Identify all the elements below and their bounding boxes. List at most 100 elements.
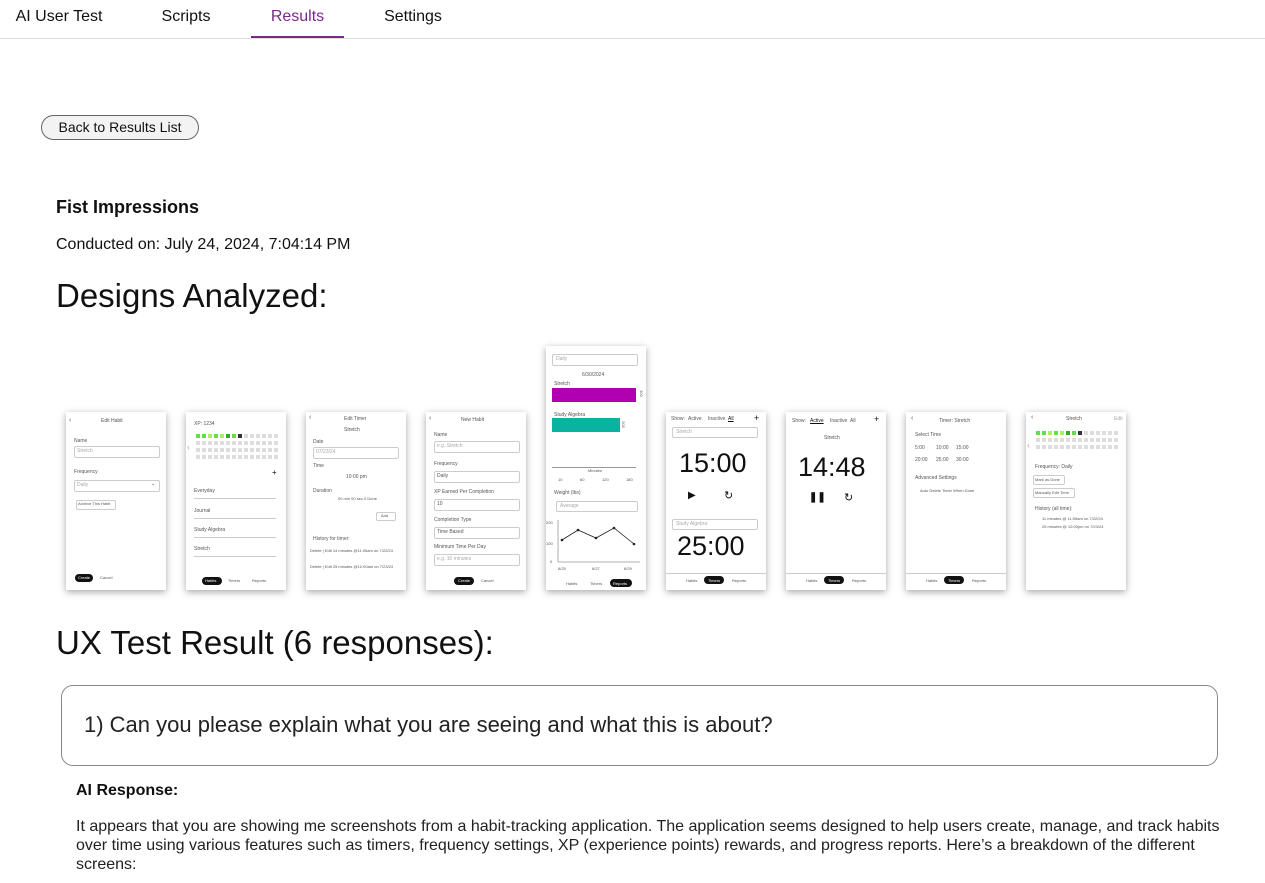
timer-display: 15:00 xyxy=(679,448,747,478)
thumb-label: Date xyxy=(313,439,324,445)
thumb-list-item: Everyday xyxy=(194,488,215,494)
design-thumbnail-timer-running[interactable]: Show: Active Inactive All + Stretch 14:4… xyxy=(786,412,886,590)
thumb-tab: Habits xyxy=(806,578,818,583)
thumb-label: Duration xyxy=(313,488,332,494)
thumb-date: 6/30/2024 xyxy=(582,372,605,378)
thumb-tab: Timers xyxy=(828,578,841,583)
thumb-label: Show: xyxy=(671,416,685,422)
thumb-tab: Timers xyxy=(948,578,961,583)
thumb-button: Cancel xyxy=(481,578,494,583)
thumb-label: Minimum Time Per Day xyxy=(434,544,486,550)
thumb-field-value: Study Algebra xyxy=(676,521,708,527)
thumb-label: History (all time): xyxy=(1035,506,1073,512)
thumb-title: Timer: Stretch xyxy=(939,418,971,424)
tab-results[interactable]: Results xyxy=(251,0,344,38)
thumb-tab: Habits xyxy=(686,578,698,583)
thumb-list-item: Study Algebra xyxy=(194,527,226,533)
thumb-option: 5:00 xyxy=(915,445,925,451)
thumb-tab: Reports xyxy=(252,578,267,583)
axis-label: Minutes xyxy=(588,468,603,473)
thumb-label: Name xyxy=(434,432,448,438)
thumb-label: Select Time xyxy=(915,432,942,438)
axis-tick: 60 xyxy=(580,477,585,482)
weight-line-chart xyxy=(557,520,640,563)
ai-response-label: AI Response: xyxy=(76,782,179,799)
thumb-subtitle: Stretch xyxy=(344,427,360,433)
thumb-label: Frequency xyxy=(74,469,98,475)
axis-tick: 100 xyxy=(546,541,553,546)
thumb-label: Stretch xyxy=(554,381,570,387)
design-thumbnail-new-habit[interactable]: ‹ New Habit Name e.g. Stretch Frequency … xyxy=(426,412,526,590)
thumb-filter: Active xyxy=(810,418,824,424)
thumb-list-item: 11 minutes @ 11:05am on 7/22/24 xyxy=(1042,516,1103,521)
report-bar-stretch xyxy=(552,388,636,402)
thumb-label: XP Earned Per Completion xyxy=(434,489,494,495)
thumb-list-item: Delete | Edit 25 minutes @12:00am on 7/2… xyxy=(310,564,394,569)
axis-tick: 6/27 xyxy=(592,566,600,571)
thumb-label: Weight (lbs) xyxy=(554,490,581,496)
thumb-checkbox-label: Auto Delete Timer When Done xyxy=(920,488,975,493)
ux-result-heading: UX Test Result (6 responses): xyxy=(56,624,494,661)
axis-tick: 6/25 xyxy=(558,566,566,571)
thumb-list-item: 25 minutes @ 12:00pm on 7/23/24 xyxy=(1042,524,1104,529)
thumb-field-value: Daily xyxy=(437,473,449,479)
design-thumbnail-edit-timer[interactable]: ‹ Edit Timer Stretch Date 07/23/24 Time … xyxy=(306,412,406,590)
design-thumbnail-edit-habit[interactable]: ‹ Edit Habit Name Stretch Frequency Dail… xyxy=(66,412,166,590)
tab-scripts[interactable]: Scripts xyxy=(133,0,239,38)
tab-ai-user-test[interactable]: AI User Test xyxy=(0,0,118,38)
thumb-option: 25:00 xyxy=(936,457,949,463)
thumb-button: Create xyxy=(458,578,471,583)
thumb-title: Edit Timer xyxy=(344,416,367,422)
thumb-field-value: 00 min 00 sec 0 Done xyxy=(338,496,377,501)
thumb-button: Archive This Habit xyxy=(78,501,111,506)
conducted-date: Conducted on: July 24, 2024, 7:04:14 PM xyxy=(56,236,351,253)
thumb-field-value: Daily xyxy=(77,482,89,488)
thumb-label: History for timer: xyxy=(313,536,350,542)
thumb-tab: Reports xyxy=(972,578,987,583)
thumb-field-value: Stretch xyxy=(77,448,93,454)
thumb-tab: Reports xyxy=(852,578,867,583)
design-thumbnail-timer-settings[interactable]: ‹ Timer: Stretch Select Time 5:00 10:00 … xyxy=(906,412,1006,590)
back-to-results-button[interactable]: Back to Results List xyxy=(41,115,199,140)
thumb-tab: Habits xyxy=(205,578,217,583)
design-thumbnail-reports[interactable]: Daily 6/30/2024 Stretch 300 Study Algebr… xyxy=(546,346,646,590)
designs-heading: Designs Analyzed: xyxy=(56,277,328,314)
design-thumbnail-timers-list[interactable]: Show: Active Inactive All + Stretch 15:0… xyxy=(666,412,766,590)
axis-tick: 6/29 xyxy=(624,566,632,571)
timer-display: 14:48 xyxy=(798,452,866,482)
report-bar-study xyxy=(552,418,620,432)
axis-tick: 10 xyxy=(558,477,563,482)
axis-tick: 200 xyxy=(546,520,553,525)
thumb-tab: Reports xyxy=(613,581,628,586)
thumb-field-value: e.g. 10 minutes xyxy=(437,556,472,562)
thumb-field-value: Stretch xyxy=(676,429,692,435)
thumb-label: Advanced Settings xyxy=(915,475,957,481)
thumb-filter: Active xyxy=(688,416,702,422)
thumb-label: Frequency: Daily xyxy=(1035,464,1073,470)
thumb-label: Completion Type xyxy=(434,517,472,523)
thumb-filter: All xyxy=(728,416,734,422)
thumb-tab: Timers xyxy=(708,578,721,583)
question-card[interactable]: 1) Can you please explain what you are s… xyxy=(61,685,1218,766)
thumb-button: Add xyxy=(381,513,389,518)
thumb-list-item: Journal xyxy=(194,508,211,514)
thumb-tab: Habits xyxy=(926,578,938,583)
thumb-option: 20:00 xyxy=(915,457,928,463)
thumb-filter: Inactive xyxy=(830,418,848,424)
habit-grid xyxy=(1036,431,1120,457)
thumb-option: 15:00 xyxy=(956,445,969,451)
design-thumbnail-habit-detail[interactable]: ‹ Stretch Edit ‹ Frequency: Daily Mark a… xyxy=(1026,412,1126,590)
design-thumbnail-habits[interactable]: XP: 1234 ‹ + Everyday Journal Study Alge… xyxy=(186,412,286,590)
thumb-label: Show: xyxy=(792,418,806,424)
thumb-button: Manually Edit Time xyxy=(1035,490,1069,495)
bar-value: 200 xyxy=(620,421,626,428)
thumb-tab: Timers xyxy=(228,578,241,583)
thumb-tab: Timers xyxy=(590,581,603,586)
thumb-field-value: 10 xyxy=(437,501,443,507)
thumb-label: Name xyxy=(74,438,88,444)
thumb-option: 10:00 xyxy=(936,445,949,451)
test-title: Fist Impressions xyxy=(56,197,200,217)
thumb-edit: Edit xyxy=(1114,416,1123,422)
tab-settings[interactable]: Settings xyxy=(364,0,462,38)
thumb-subtitle: Stretch xyxy=(824,435,840,441)
